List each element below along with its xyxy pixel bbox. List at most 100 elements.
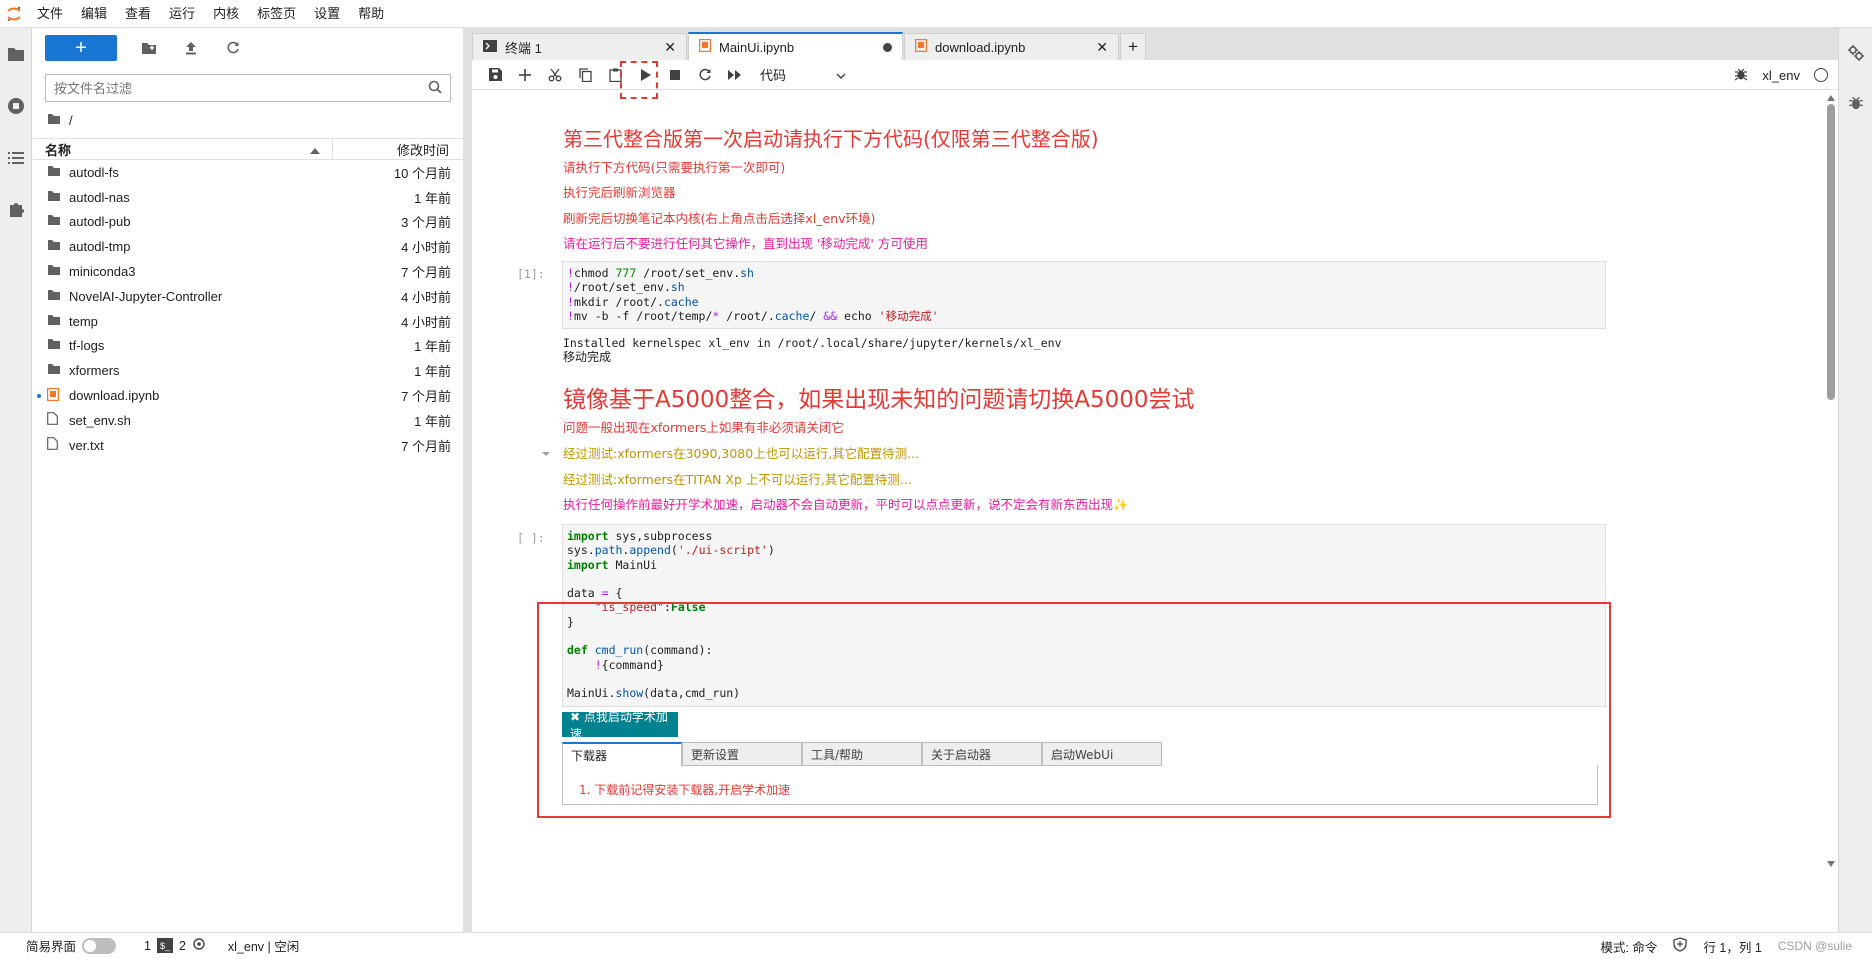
md-text: 请在运行后不要进行任何其它操作，直到出现 '移动完成' 方可使用 bbox=[563, 236, 928, 251]
file-row[interactable]: temp 4 小时前 bbox=[33, 309, 463, 334]
fast-forward-icon[interactable] bbox=[720, 63, 750, 87]
cursor-position[interactable]: 行 1，列 1 bbox=[1703, 937, 1761, 956]
file-row[interactable]: autodl-fs 10 个月前 bbox=[33, 160, 463, 185]
file-row[interactable]: tf-logs 1 年前 bbox=[33, 334, 463, 359]
collapse-icon[interactable] bbox=[540, 448, 552, 460]
file-row[interactable]: NovelAI-Jupyter-Controller 4 小时前 bbox=[33, 284, 463, 309]
menu-item[interactable]: 内核 bbox=[204, 0, 248, 28]
file-name: set_env.sh bbox=[69, 412, 131, 428]
scroll-thumb[interactable] bbox=[1827, 104, 1835, 400]
tab-download[interactable]: download.ipynb ✕ bbox=[904, 33, 1119, 60]
close-icon[interactable]: ✕ bbox=[664, 39, 676, 56]
kernel-area: xl_env bbox=[1734, 60, 1828, 90]
column-name-label: 名称 bbox=[45, 142, 72, 158]
cell-type-select[interactable]: 代码 bbox=[760, 65, 846, 84]
running-counts[interactable]: 1 $_ 2 bbox=[124, 937, 214, 954]
menu-item[interactable]: 标签页 bbox=[248, 0, 305, 28]
breadcrumb: / bbox=[33, 102, 463, 138]
notebook-icon bbox=[914, 38, 928, 55]
running-indicator-icon bbox=[37, 393, 41, 398]
property-inspector-icon[interactable] bbox=[1839, 28, 1872, 78]
new-folder-icon[interactable] bbox=[139, 38, 159, 58]
extension-icon[interactable] bbox=[0, 184, 32, 236]
file-name: download.ipynb bbox=[69, 388, 160, 404]
simple-mode: 简易界面 bbox=[0, 936, 124, 955]
tab-terminal[interactable]: 终端 1 ✕ bbox=[472, 33, 687, 60]
stop-icon[interactable] bbox=[660, 63, 690, 87]
file-row[interactable]: xformers 1 年前 bbox=[33, 358, 463, 383]
cell-output: Installed kernelspec xl_env in /root/.lo… bbox=[563, 336, 1062, 350]
widget-panel: 1. 下载前记得安装下载器,开启学术加速 bbox=[562, 765, 1598, 805]
file-name: xformers bbox=[69, 363, 120, 379]
file-row[interactable]: download.ipynb 7 个月前 bbox=[33, 383, 463, 408]
folder-icon bbox=[47, 239, 61, 254]
debugger-icon[interactable] bbox=[1839, 78, 1872, 128]
cut-icon[interactable] bbox=[540, 63, 570, 87]
file-icon-wrap bbox=[33, 363, 63, 378]
widget-text: 1. 下载前记得安装下载器,开启学术加速 bbox=[579, 783, 791, 797]
widget-tab-webui[interactable]: 启动WebUi bbox=[1042, 742, 1162, 766]
breadcrumb-root[interactable]: / bbox=[69, 113, 73, 128]
restart-icon[interactable] bbox=[690, 63, 720, 87]
tab-mainui[interactable]: MainUi.ipynb bbox=[688, 32, 903, 60]
kernel-status[interactable]: xl_env | 空闲 bbox=[214, 936, 307, 955]
file-row[interactable]: autodl-nas 1 年前 bbox=[33, 185, 463, 210]
file-modified: 7 个月前 bbox=[401, 438, 451, 454]
notebook-toolbar: 代码 xl_env bbox=[472, 60, 1838, 99]
file-filter-input[interactable] bbox=[54, 80, 428, 96]
menu-item[interactable]: 设置 bbox=[305, 0, 349, 28]
copy-icon[interactable] bbox=[570, 63, 600, 87]
menu-item[interactable]: 帮助 bbox=[349, 0, 393, 28]
left-sidebar bbox=[0, 28, 32, 932]
vertical-scrollbar[interactable] bbox=[1826, 90, 1836, 867]
file-icon-wrap bbox=[33, 314, 63, 329]
tab-label: MainUi.ipynb bbox=[719, 39, 795, 55]
menu-item[interactable]: 文件 bbox=[28, 0, 72, 28]
shield-icon[interactable] bbox=[1673, 937, 1688, 955]
widget-tab-tools[interactable]: 工具/帮助 bbox=[802, 742, 922, 766]
folder-icon bbox=[47, 289, 61, 304]
file-icon-wrap bbox=[33, 412, 63, 428]
file-modified: 4 小时前 bbox=[401, 240, 451, 256]
file-row[interactable]: ver.txt 7 个月前 bbox=[33, 433, 463, 458]
chevron-down-icon bbox=[836, 67, 846, 82]
widget-tab-about[interactable]: 关于启动器 bbox=[922, 742, 1042, 766]
panel-splitter[interactable] bbox=[463, 28, 472, 932]
folder-icon[interactable] bbox=[47, 113, 61, 128]
save-icon[interactable] bbox=[480, 63, 510, 87]
add-cell-icon[interactable] bbox=[510, 63, 540, 87]
kernel-name[interactable]: xl_env bbox=[1762, 68, 1800, 83]
file-icon-wrap bbox=[33, 239, 63, 254]
search-icon[interactable] bbox=[428, 80, 442, 97]
file-name: NovelAI-Jupyter-Controller bbox=[69, 288, 223, 304]
file-browser: + / 名称 修改时间 autodl-fs 10 个月前 autodl-nas 1 年… bbox=[33, 28, 463, 932]
widget-tab-update[interactable]: 更新设置 bbox=[682, 742, 802, 766]
bug-icon[interactable] bbox=[1734, 67, 1748, 84]
file-row[interactable]: autodl-tmp 4 小时前 bbox=[33, 234, 463, 259]
widget-tab-downloader[interactable]: 下载器 bbox=[562, 742, 682, 766]
file-row[interactable]: autodl-pub 3 个月前 bbox=[33, 210, 463, 235]
file-icon-wrap bbox=[33, 289, 63, 304]
column-name[interactable]: 名称 bbox=[33, 138, 333, 160]
code-cell-1[interactable]: !chmod 777 /root/set_env.sh !/root/set_e… bbox=[562, 261, 1606, 329]
scroll-down-icon[interactable] bbox=[1826, 860, 1836, 868]
refresh-icon[interactable] bbox=[223, 38, 243, 58]
menu-item[interactable]: 运行 bbox=[160, 0, 204, 28]
file-row[interactable]: miniconda3 7 个月前 bbox=[33, 259, 463, 284]
file-row[interactable]: set_env.sh 1 年前 bbox=[33, 408, 463, 433]
running-icon[interactable] bbox=[0, 80, 32, 132]
scroll-up-icon[interactable] bbox=[1826, 94, 1836, 102]
add-tab-button[interactable]: + bbox=[1120, 33, 1146, 60]
academic-accel-button[interactable]: ✖ 点我启动学术加速 bbox=[562, 710, 678, 741]
unsaved-dot-icon[interactable] bbox=[883, 42, 892, 52]
md-text: 刷新完后切换笔记本内核(右上角点击后选择xl_env环境) bbox=[563, 211, 876, 226]
upload-icon[interactable] bbox=[181, 38, 201, 58]
new-launcher-button[interactable]: + bbox=[45, 35, 117, 61]
folder-icon[interactable] bbox=[0, 28, 32, 80]
toc-icon[interactable] bbox=[0, 132, 32, 184]
column-modified[interactable]: 修改时间 bbox=[333, 140, 463, 159]
simple-mode-toggle[interactable] bbox=[82, 937, 117, 954]
menu-item[interactable]: 查看 bbox=[116, 0, 160, 28]
close-icon[interactable]: ✕ bbox=[1096, 39, 1108, 56]
menu-item[interactable]: 编辑 bbox=[72, 0, 116, 28]
